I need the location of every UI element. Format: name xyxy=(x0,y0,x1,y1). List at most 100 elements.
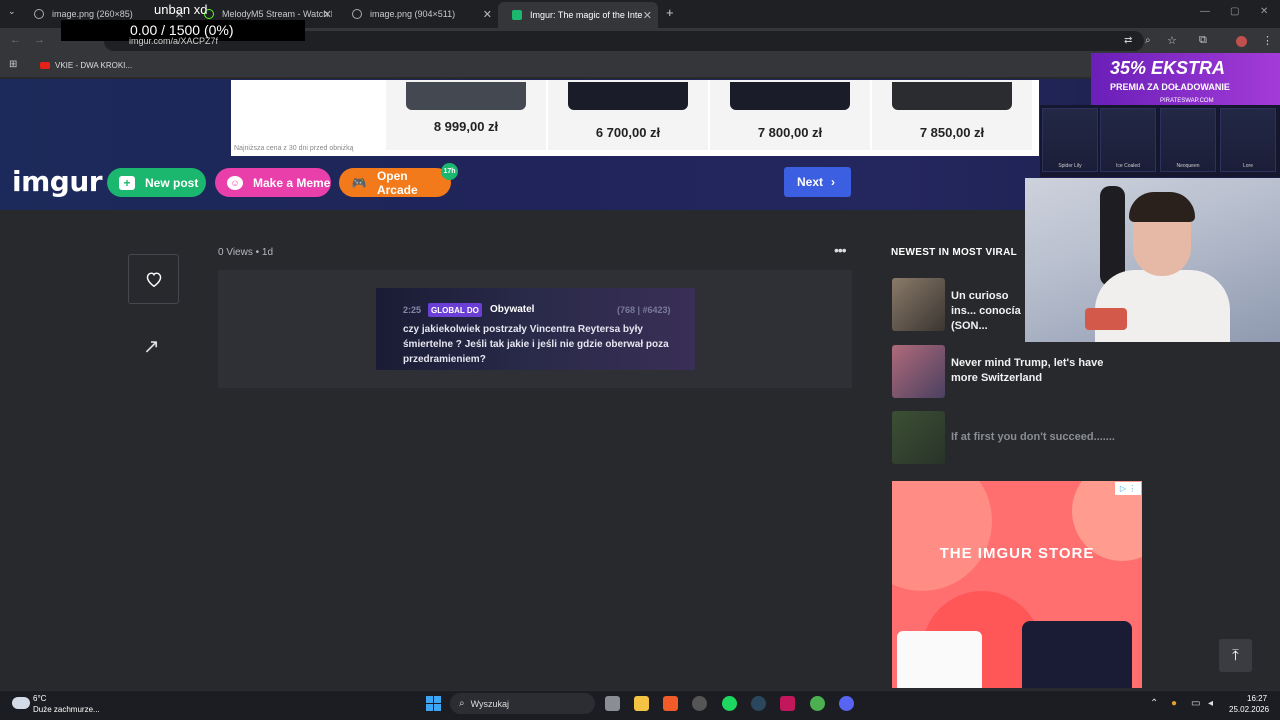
new-post-label: New post xyxy=(145,175,199,190)
ad-price: 7 850,00 zł xyxy=(919,125,985,140)
spotify-icon[interactable] xyxy=(722,696,737,711)
tab-imgur[interactable]: Imgur: The magic of the Internet ✕ xyxy=(498,2,658,28)
discord-icon[interactable] xyxy=(839,696,854,711)
skin-card[interactable]: Spider Lily xyxy=(1042,108,1098,172)
bookmark-item[interactable]: VKIE - DWA KROKI... xyxy=(40,61,132,70)
imgur-store-ad[interactable] xyxy=(892,481,1142,688)
pc-case-image xyxy=(406,82,526,110)
translate-icon[interactable]: ⇄ xyxy=(1124,35,1132,46)
next-button[interactable]: Next › xyxy=(784,167,851,197)
back-icon[interactable]: ← xyxy=(10,34,21,46)
steam-icon[interactable] xyxy=(751,696,766,711)
adchoices-icon[interactable]: ▷ ⋮ xyxy=(1115,482,1141,495)
tab-title: image.png (260×85) xyxy=(52,9,133,19)
profile-avatar[interactable] xyxy=(1236,36,1247,47)
chevron-right-icon: › xyxy=(831,175,836,189)
ad-price: 8 999,00 zł xyxy=(433,119,499,134)
globe-icon xyxy=(34,9,44,19)
tab-list-button[interactable]: ⌄ xyxy=(8,6,16,17)
brave-icon[interactable] xyxy=(663,696,678,711)
chat-username: Obywatel xyxy=(490,304,535,315)
cloud-icon[interactable] xyxy=(12,697,30,709)
new-post-button[interactable]: + New post xyxy=(107,168,206,197)
file-explorer-icon[interactable] xyxy=(634,696,649,711)
sidebar-item-title[interactable]: If at first you don't succeed....... xyxy=(951,430,1131,445)
skin-label: Lore xyxy=(1242,163,1253,169)
youtube-icon xyxy=(40,62,50,69)
sidebar-thumbnail[interactable] xyxy=(892,278,945,331)
more-options-icon[interactable]: ••• xyxy=(834,242,847,258)
url-text[interactable]: imgur.com/a/XACPZ7f xyxy=(129,36,218,46)
scroll-to-top-button[interactable]: ⤒ xyxy=(1219,639,1252,672)
webcam-microphone xyxy=(1085,308,1127,330)
zoom-icon[interactable]: ⌕ xyxy=(1145,35,1151,46)
favorite-button[interactable] xyxy=(128,254,179,304)
promo-title: 35% EKSTRA xyxy=(1110,58,1226,78)
microphone-icon[interactable]: ● xyxy=(1171,698,1177,709)
taskbar-search[interactable]: ⌕ Wyszukaj xyxy=(450,693,595,714)
minimize-icon[interactable]: — xyxy=(1200,6,1210,17)
close-icon[interactable]: ✕ xyxy=(483,8,492,21)
close-window-icon[interactable]: ✕ xyxy=(1260,6,1268,17)
sidebar-item-title[interactable]: Never mind Trump, let's have more Switze… xyxy=(951,356,1131,386)
imgur-favicon-icon xyxy=(512,10,522,20)
ad-price: 6 700,00 zł xyxy=(595,125,661,140)
tshirt-image xyxy=(1022,621,1132,688)
pc-case-image xyxy=(568,82,688,110)
chrome-icon[interactable] xyxy=(810,696,825,711)
chat-message: czy jakiekolwiek postrzały Vincentra Rey… xyxy=(403,324,669,365)
post-meta: 0 Views • 1d xyxy=(218,247,274,258)
weather-temp[interactable]: 6°C xyxy=(33,694,46,703)
tab-image-2[interactable]: image.png (904×511) ✕ xyxy=(338,4,498,24)
tab-title: Imgur: The magic of the Internet xyxy=(530,10,642,20)
close-icon[interactable]: ✕ xyxy=(643,9,652,22)
webcam-person xyxy=(1095,270,1230,342)
chat-stats: (768 | #6423) xyxy=(617,305,671,315)
skin-card[interactable]: Lore xyxy=(1220,108,1276,172)
webcam-person xyxy=(1129,192,1195,222)
promo-subtitle: PREMIA ZA DOŁADOWANIE xyxy=(1110,82,1230,92)
search-icon: ⌕ xyxy=(459,698,465,709)
imgur-logo[interactable]: imgur xyxy=(12,165,103,198)
globe-icon xyxy=(352,9,362,19)
forward-icon[interactable]: → xyxy=(34,34,45,46)
tab-title: image.png (904×511) xyxy=(370,9,456,19)
tshirt-image xyxy=(897,631,982,688)
open-arcade-button[interactable]: 🎮 Open Arcade xyxy=(339,168,451,197)
clock-time[interactable]: 16:27 xyxy=(1247,694,1267,703)
new-tab-button[interactable]: + xyxy=(666,5,674,20)
close-icon[interactable]: ✕ xyxy=(323,8,332,21)
webcam-chair xyxy=(1100,186,1125,286)
extensions-icon[interactable]: ⧉ xyxy=(1199,34,1207,47)
gamepad-icon: 🎮 xyxy=(351,175,367,190)
clock-date[interactable]: 25.02.2026 xyxy=(1229,705,1269,714)
tray-chevron-icon[interactable]: ⌃ xyxy=(1150,698,1158,709)
sidebar-thumbnail[interactable] xyxy=(892,411,945,464)
open-arcade-label: Open Arcade xyxy=(376,168,418,197)
maximize-icon[interactable]: ▢ xyxy=(1230,6,1239,17)
make-meme-button[interactable]: ☺ Make a Meme xyxy=(215,168,331,197)
weather-desc[interactable]: Duże zachmurze... xyxy=(33,705,100,714)
arcade-badge: 17h xyxy=(441,163,458,180)
ad-product[interactable] xyxy=(386,80,546,150)
menu-icon[interactable]: ⋮ xyxy=(1262,34,1273,47)
share-icon[interactable]: ↗ xyxy=(143,334,160,359)
webcam-overlay xyxy=(1025,178,1280,342)
app-icon[interactable] xyxy=(780,696,795,711)
pc-case-image xyxy=(892,82,1012,110)
plus-icon: + xyxy=(119,175,135,190)
volume-icon[interactable]: ◂ xyxy=(1208,698,1213,709)
skin-card[interactable]: Neoqueen xyxy=(1160,108,1216,172)
bookmark-star-icon[interactable]: ☆ xyxy=(1167,34,1177,47)
windows-start-icon[interactable] xyxy=(426,696,441,711)
bookmarks-bar: ⊞ xyxy=(0,54,1280,78)
sidebar-item-title[interactable]: Un curioso ins... conocía (SON... xyxy=(951,289,1031,334)
task-view-icon[interactable] xyxy=(605,696,620,711)
sidebar-thumbnail[interactable] xyxy=(892,345,945,398)
network-icon[interactable]: ▭ xyxy=(1191,698,1200,709)
promo-brand: PIRATESWAP.COM xyxy=(1160,98,1214,104)
skin-card[interactable]: Ice Coaled xyxy=(1100,108,1156,172)
apps-icon[interactable]: ⊞ xyxy=(9,59,17,70)
app-icon[interactable] xyxy=(692,696,707,711)
pc-case-image xyxy=(730,82,850,110)
